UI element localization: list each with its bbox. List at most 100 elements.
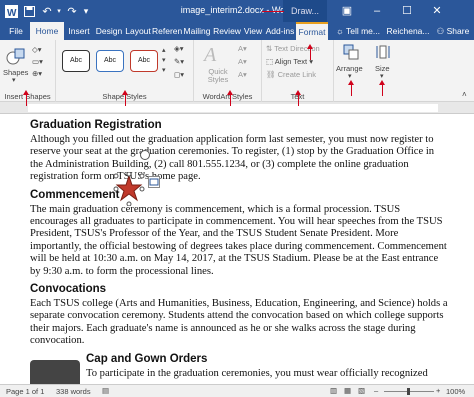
annotation-arrow-wordart: [230, 94, 231, 106]
selected-star-shape[interactable]: [112, 171, 146, 207]
shape-fill-icon[interactable]: ◈▾: [174, 44, 184, 53]
tab-insert[interactable]: Insert: [64, 22, 94, 40]
shapes-button[interactable]: [6, 46, 26, 68]
create-link-button[interactable]: ⛓ Create Link: [266, 70, 316, 79]
minimize-icon[interactable]: –: [364, 0, 390, 22]
document-body[interactable]: Graduation Registration Although you fil…: [30, 114, 448, 382]
tab-home[interactable]: Home: [30, 22, 64, 42]
tell-me-search[interactable]: ☼ Tell me...: [334, 22, 382, 40]
zoom-level[interactable]: 100%: [446, 387, 465, 396]
shape-style-sample-1[interactable]: Abc: [62, 50, 90, 72]
share-icon: ⚇: [436, 26, 447, 36]
align-text-label: Align Text: [274, 57, 308, 66]
text-effects-icon[interactable]: A▾: [238, 70, 247, 79]
align-text-icon: ⬚: [266, 57, 275, 66]
annotation-arrowhead-shape-styles: [122, 90, 128, 95]
heading-graduation-registration: Graduation Registration: [30, 119, 162, 131]
share-button[interactable]: ⚇ Share: [434, 22, 472, 40]
annotation-arrowhead-arrange: [348, 80, 354, 85]
size-icon: [376, 44, 390, 62]
page-count[interactable]: Page 1 of 1: [6, 387, 44, 396]
cap-gown-image[interactable]: [30, 360, 80, 384]
paragraph-commencement: The main graduation ceremony is commence…: [30, 203, 447, 277]
annotation-arrow-shape-styles: [125, 94, 126, 106]
tab-add-ins[interactable]: Add-ins: [264, 22, 296, 40]
ribbon: Shapes ▾ ◇▾ ▭▾ ⊕▾ Insert Shapes Abc Abc …: [0, 40, 474, 102]
tab-view[interactable]: View: [242, 22, 264, 40]
tab-layout[interactable]: Layout: [124, 22, 152, 40]
shape-effects-icon[interactable]: ◻▾: [174, 70, 184, 79]
shapes-icon: [6, 48, 25, 65]
arrange-icon: [343, 44, 359, 62]
annotation-arrowhead-size: [379, 80, 385, 85]
annotation-arrow-drawing-tools: [262, 11, 284, 12]
annotation-arrow-arrange: [351, 84, 352, 96]
horizontal-ruler[interactable]: [0, 102, 474, 114]
collapse-ribbon-icon[interactable]: ˄: [462, 90, 467, 99]
user-account[interactable]: Reichena...: [386, 22, 430, 40]
heading-commencement: Commencement: [30, 188, 120, 201]
shapes-label: Shapes: [3, 68, 29, 77]
text-direction-icon: ⇅: [266, 44, 275, 53]
text-outline-icon[interactable]: A▾: [238, 57, 247, 66]
edit-shape-icon[interactable]: ◇▾: [32, 45, 42, 54]
zoom-slider-thumb[interactable]: [407, 388, 410, 395]
heading-convocations: Convocations: [30, 283, 107, 296]
text-box-icon[interactable]: ▭▾: [32, 57, 43, 66]
read-mode-icon[interactable]: ▥: [330, 386, 337, 395]
paragraph-convocations: Each TSUS college (Arts and Humanities, …: [30, 298, 448, 347]
quick-styles-icon[interactable]: A: [204, 44, 216, 67]
styles-scroll-down-icon[interactable]: ▾: [162, 56, 166, 64]
shape-outline-icon[interactable]: ✎▾: [174, 57, 184, 66]
paragraph-cap-and-gown: To participate in the graduation ceremon…: [86, 367, 428, 379]
tell-me-label: Tell me...: [345, 26, 380, 36]
heading-cap-and-gown: Cap and Gown Orders: [86, 352, 208, 365]
title-bar: W ↶ ▾ ↷ ▾ image_interim2.docx - Word Dra…: [0, 0, 474, 22]
tab-review[interactable]: Review: [212, 22, 242, 40]
annotation-arrowhead-format-tab: [307, 44, 313, 49]
maximize-icon[interactable]: ☐: [394, 0, 420, 22]
close-icon[interactable]: ✕: [424, 0, 450, 22]
tab-mailings[interactable]: Mailing: [182, 22, 212, 40]
rotation-handle-icon[interactable]: [140, 150, 150, 160]
document-area[interactable]: Graduation Registration Although you fil…: [0, 114, 474, 384]
zoom-in-icon[interactable]: +: [436, 386, 440, 395]
status-bar: Page 1 of 1 338 words ▤ ▥ ▦ ▧ – + 100%: [0, 384, 474, 397]
tab-file[interactable]: File: [4, 22, 28, 40]
shapes-dropdown-icon[interactable]: ▾: [12, 76, 16, 84]
annotation-arrowhead-wordart: [227, 90, 233, 95]
lightbulb-icon: ☼: [335, 26, 346, 36]
ruler-scale: [28, 104, 438, 112]
size-dropdown-icon[interactable]: ▾: [380, 72, 384, 80]
shape-style-sample-2[interactable]: Abc: [96, 50, 124, 72]
text-fill-icon[interactable]: A▾: [238, 44, 247, 53]
annotation-arrowhead-text: [295, 90, 301, 95]
ribbon-display-options-icon[interactable]: ▣: [334, 0, 360, 22]
shape-style-sample-3[interactable]: Abc: [130, 50, 158, 72]
zoom-out-icon[interactable]: –: [374, 386, 378, 395]
proofing-icon[interactable]: ▤: [102, 386, 109, 395]
size-group[interactable]: Size ▾: [368, 40, 398, 102]
annotation-arrow-text: [298, 94, 299, 106]
print-layout-icon[interactable]: ▦: [344, 386, 351, 395]
tab-references[interactable]: Referen: [152, 22, 182, 40]
tab-design[interactable]: Design: [94, 22, 124, 40]
tab-format[interactable]: Format: [296, 22, 328, 42]
share-label: Share: [446, 26, 470, 36]
link-icon: ⛓: [266, 70, 278, 79]
ribbon-tabs: File Home Insert Design Layout Referen M…: [0, 22, 474, 42]
annotation-arrowhead-insert-shapes: [23, 90, 29, 95]
arrange-dropdown-icon[interactable]: ▾: [348, 72, 352, 80]
merge-shapes-icon[interactable]: ⊕▾: [32, 69, 42, 78]
styles-more-icon[interactable]: ▾: [162, 66, 166, 74]
web-layout-icon[interactable]: ▧: [358, 386, 365, 395]
styles-scroll-up-icon[interactable]: ▴: [162, 46, 166, 54]
paragraph-graduation-registration: Although you filled out the graduation a…: [30, 134, 435, 183]
word-count[interactable]: 338 words: [56, 387, 91, 396]
align-text-button[interactable]: ⬚ Align Text ▾: [266, 57, 313, 66]
drawing-tools-context-label: Draw...: [283, 0, 327, 22]
annotation-arrow-format-tab: [310, 48, 311, 60]
quick-styles-label: Quick Styles: [207, 67, 229, 84]
layout-options-icon[interactable]: [148, 176, 160, 188]
annotation-arrow-size: [382, 84, 383, 96]
